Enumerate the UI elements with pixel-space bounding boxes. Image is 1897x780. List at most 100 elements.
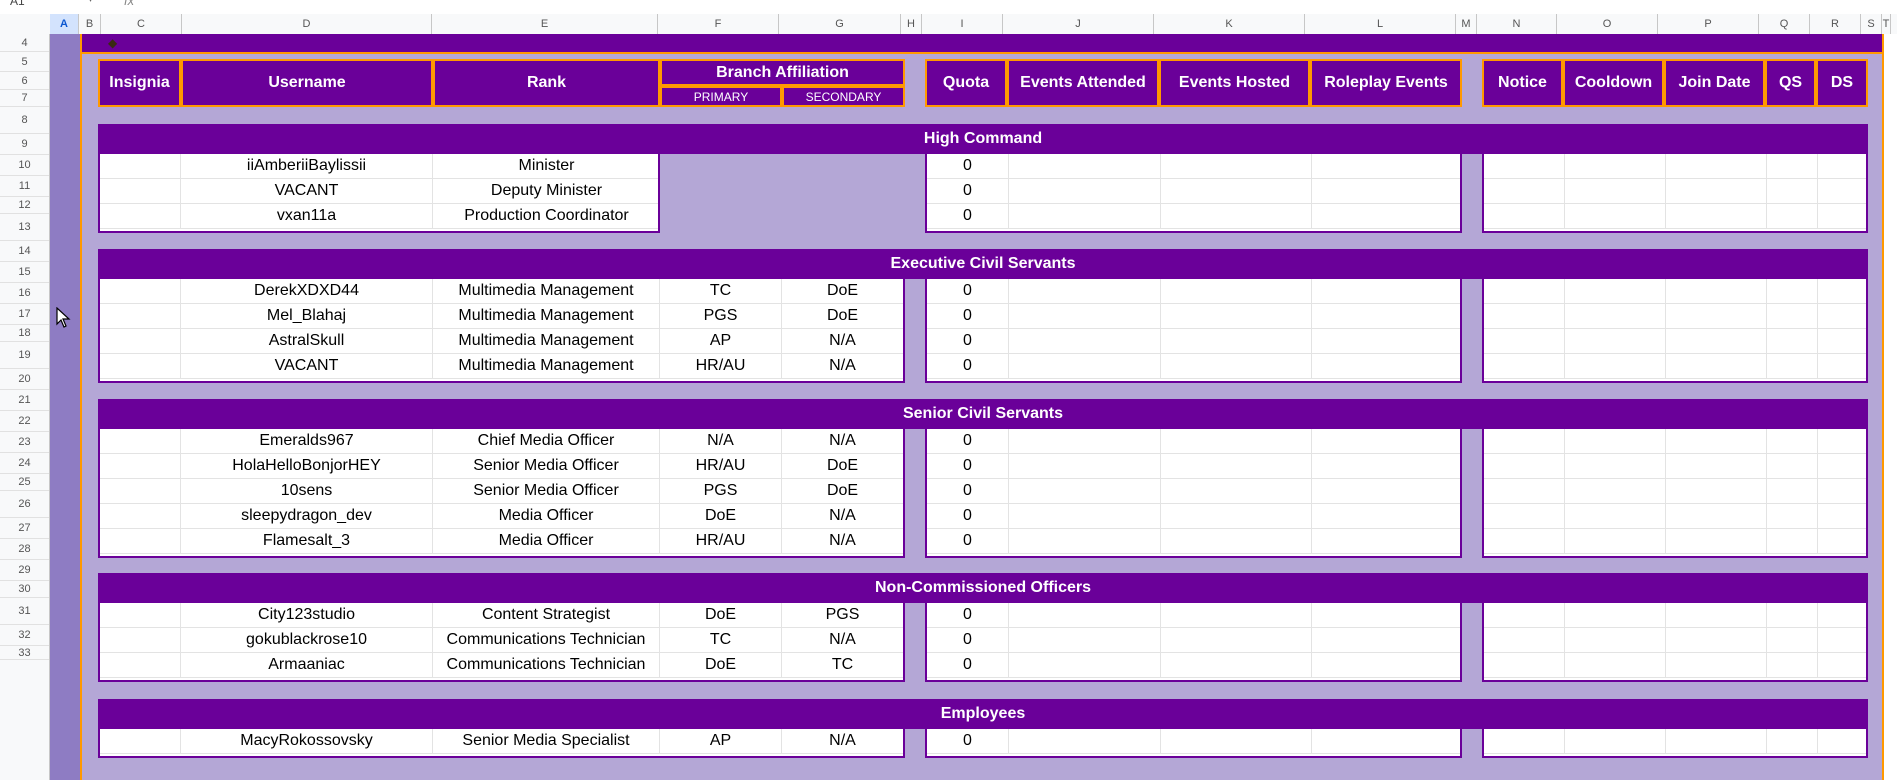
table-row[interactable]	[1484, 479, 1866, 504]
events-hosted-cell[interactable]	[1161, 329, 1312, 353]
events-hosted-cell[interactable]	[1161, 479, 1312, 503]
table-row[interactable]: gokublackrose10 Communications Technician…	[100, 628, 903, 653]
table-row[interactable]: 0	[927, 204, 1460, 229]
events-hosted-cell[interactable]	[1161, 653, 1312, 677]
roleplay-events-cell[interactable]	[1312, 204, 1460, 228]
cooldown-cell[interactable]	[1565, 154, 1666, 178]
secondary-branch-cell[interactable]: DoE	[782, 304, 903, 328]
notice-cell[interactable]	[1484, 653, 1565, 677]
join-date-cell[interactable]	[1666, 479, 1767, 503]
ds-cell[interactable]	[1818, 279, 1866, 303]
secondary-branch-cell[interactable]: N/A	[782, 329, 903, 353]
table-row[interactable]: 0	[927, 304, 1460, 329]
column-header-o[interactable]: O	[1557, 14, 1658, 34]
column-header-r[interactable]: R	[1810, 14, 1861, 34]
primary-branch-cell[interactable]: HR/AU	[660, 454, 782, 478]
quota-cell[interactable]: 0	[927, 304, 1009, 328]
cooldown-cell[interactable]	[1565, 179, 1666, 203]
roleplay-events-cell[interactable]	[1312, 628, 1460, 652]
ds-cell[interactable]	[1818, 304, 1866, 328]
username-cell[interactable]: gokublackrose10	[181, 628, 433, 652]
qs-cell[interactable]	[1767, 504, 1818, 528]
column-header-m[interactable]: M	[1456, 14, 1477, 34]
join-date-cell[interactable]	[1666, 504, 1767, 528]
column-header-s[interactable]: S	[1861, 14, 1882, 34]
table-row[interactable]	[1484, 304, 1866, 329]
primary-branch-cell[interactable]: DoE	[660, 504, 782, 528]
secondary-branch-cell[interactable]: DoE	[782, 479, 903, 503]
rank-cell[interactable]: Deputy Minister	[433, 179, 658, 203]
notice-cell[interactable]	[1484, 329, 1565, 353]
cooldown-cell[interactable]	[1565, 628, 1666, 652]
column-header-i[interactable]: I	[922, 14, 1003, 34]
rank-cell[interactable]: Media Officer	[433, 529, 660, 553]
table-row[interactable]: 10sens Senior Media Officer PGS DoE	[100, 479, 903, 504]
table-row[interactable]	[1484, 429, 1866, 454]
cooldown-cell[interactable]	[1565, 529, 1666, 553]
qs-cell[interactable]	[1767, 479, 1818, 503]
ds-cell[interactable]	[1818, 653, 1866, 677]
join-date-cell[interactable]	[1666, 628, 1767, 652]
username-cell[interactable]: VACANT	[181, 354, 433, 378]
column-header-t[interactable]: T	[1882, 14, 1891, 34]
events-hosted-cell[interactable]	[1161, 628, 1312, 652]
column-header-l[interactable]: L	[1305, 14, 1456, 34]
username-cell[interactable]: Mel_Blahaj	[181, 304, 433, 328]
row-header-23[interactable]: 23	[0, 432, 49, 453]
events-attended-cell[interactable]	[1009, 479, 1161, 503]
insignia-cell[interactable]	[100, 479, 181, 503]
row-header-15[interactable]: 15	[0, 262, 49, 283]
events-hosted-cell[interactable]	[1161, 529, 1312, 553]
secondary-branch-cell[interactable]: N/A	[782, 504, 903, 528]
qs-cell[interactable]	[1767, 628, 1818, 652]
cooldown-cell[interactable]	[1565, 304, 1666, 328]
notice-cell[interactable]	[1484, 529, 1565, 553]
row-header-31[interactable]: 31	[0, 598, 49, 625]
events-attended-cell[interactable]	[1009, 529, 1161, 553]
row-header-32[interactable]: 32	[0, 625, 49, 646]
table-row[interactable]: sleepydragon_dev Media Officer DoE N/A	[100, 504, 903, 529]
row-header-14[interactable]: 14	[0, 241, 49, 262]
row-header-25[interactable]: 25	[0, 474, 49, 491]
secondary-branch-cell[interactable]: N/A	[782, 529, 903, 553]
qs-cell[interactable]	[1767, 429, 1818, 453]
rank-cell[interactable]: Multimedia Management	[433, 354, 660, 378]
qs-cell[interactable]	[1767, 279, 1818, 303]
row-header-33[interactable]: 33	[0, 646, 49, 660]
table-row[interactable]: Mel_Blahaj Multimedia Management PGS DoE	[100, 304, 903, 329]
row-header-26[interactable]: 26	[0, 491, 49, 518]
row-header-22[interactable]: 22	[0, 411, 49, 432]
table-row[interactable]: 0	[927, 653, 1460, 678]
events-attended-cell[interactable]	[1009, 504, 1161, 528]
table-row[interactable]: 0	[927, 354, 1460, 379]
insignia-cell[interactable]	[100, 154, 181, 178]
insignia-cell[interactable]	[100, 429, 181, 453]
quota-cell[interactable]: 0	[927, 529, 1009, 553]
join-date-cell[interactable]	[1666, 329, 1767, 353]
column-header-e[interactable]: E	[432, 14, 658, 34]
roleplay-events-cell[interactable]	[1312, 603, 1460, 627]
notice-cell[interactable]	[1484, 304, 1565, 328]
table-row[interactable]: 0	[927, 279, 1460, 304]
row-header-12[interactable]: 12	[0, 197, 49, 214]
notice-cell[interactable]	[1484, 454, 1565, 478]
insignia-cell[interactable]	[100, 304, 181, 328]
row-header-20[interactable]: 20	[0, 369, 49, 390]
cooldown-cell[interactable]	[1565, 729, 1666, 753]
notice-cell[interactable]	[1484, 179, 1565, 203]
join-date-cell[interactable]	[1666, 603, 1767, 627]
chevron-down-icon[interactable]: ▾	[88, 0, 93, 5]
qs-cell[interactable]	[1767, 329, 1818, 353]
rank-cell[interactable]: Communications Technician	[433, 628, 660, 652]
row-header-30[interactable]: 30	[0, 581, 49, 598]
table-row[interactable]	[1484, 504, 1866, 529]
row-header-5[interactable]: 5	[0, 52, 49, 72]
events-hosted-cell[interactable]	[1161, 454, 1312, 478]
column-header-j[interactable]: J	[1003, 14, 1154, 34]
username-cell[interactable]: Emeralds967	[181, 429, 433, 453]
rank-cell[interactable]: Chief Media Officer	[433, 429, 660, 453]
cooldown-cell[interactable]	[1565, 454, 1666, 478]
table-row[interactable]: VACANT Multimedia Management HR/AU N/A	[100, 354, 903, 379]
cooldown-cell[interactable]	[1565, 653, 1666, 677]
notice-cell[interactable]	[1484, 628, 1565, 652]
